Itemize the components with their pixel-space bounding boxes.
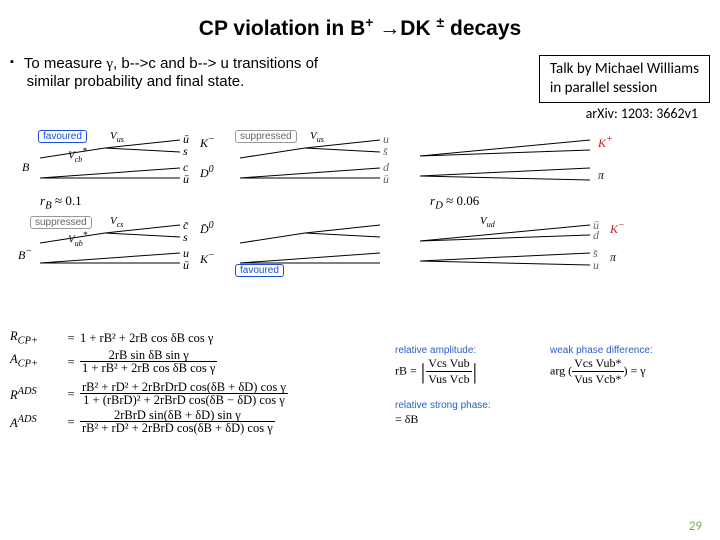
ckm-vud: Vud — [480, 215, 495, 229]
lbl-s2: s — [183, 230, 188, 245]
lbl-D0b: D̄0 — [200, 220, 214, 237]
lbl-Km: K− — [200, 134, 215, 151]
bullet-marker-icon: ▪ — [10, 56, 20, 68]
ckm-vub: Vub* — [68, 230, 87, 248]
right-formula-block: relative amplitude: rB = |Vcs VubVus Vcb… — [395, 345, 705, 427]
lbl-ub2: ū — [183, 172, 189, 187]
diagram-lines — [10, 128, 710, 298]
lbl-ub3: ū — [383, 172, 389, 187]
ckm-vcb: Vcb* — [68, 146, 87, 164]
lbl-Bminus: B− — [18, 246, 32, 263]
formula-block: RCP+ = 1 + rB² + 2rB cos δB cos γ ACP+ =… — [10, 330, 380, 437]
lbl-Km2: K− — [200, 250, 215, 267]
slide-title: CP violation in B+ →DK ± decays — [0, 0, 720, 41]
lbl-Km3: K− — [610, 220, 625, 237]
ckm-vcs: Vcs — [110, 215, 123, 229]
feynman-diagrams: favoured suppressed suppressed favoured — [10, 128, 710, 298]
rB-value: rB ≈ 0.1 — [40, 193, 82, 212]
ckm-vus: Vus — [110, 130, 124, 144]
lbl-ub4: ū — [183, 258, 189, 273]
summary-row: ▪ To measure γ, b-->c and b--> u transit… — [0, 41, 720, 103]
lbl-D0: D0 — [200, 164, 214, 181]
lbl-pi2: π — [610, 250, 616, 265]
page-number: 29 — [689, 519, 702, 534]
lbl-B: B — [22, 160, 29, 175]
lbl-u3: u — [593, 258, 599, 273]
speaker-note: Talk by Michael Williamsin parallel sess… — [539, 55, 710, 103]
lbl-s: s — [183, 144, 188, 159]
lbl-Kp: K+ — [598, 134, 613, 151]
lbl-d2: d — [593, 228, 599, 243]
bullet-text: ▪ To measure γ, b-->c and b--> u transit… — [10, 55, 539, 90]
arxiv-ref: arXiv: 1203: 3662v1 — [586, 105, 698, 122]
ckm-vus2: Vus — [310, 130, 324, 144]
lbl-pi: π — [598, 168, 604, 183]
lbl-sb: s̄ — [383, 144, 388, 159]
rD-value: rD ≈ 0.06 — [430, 193, 479, 212]
